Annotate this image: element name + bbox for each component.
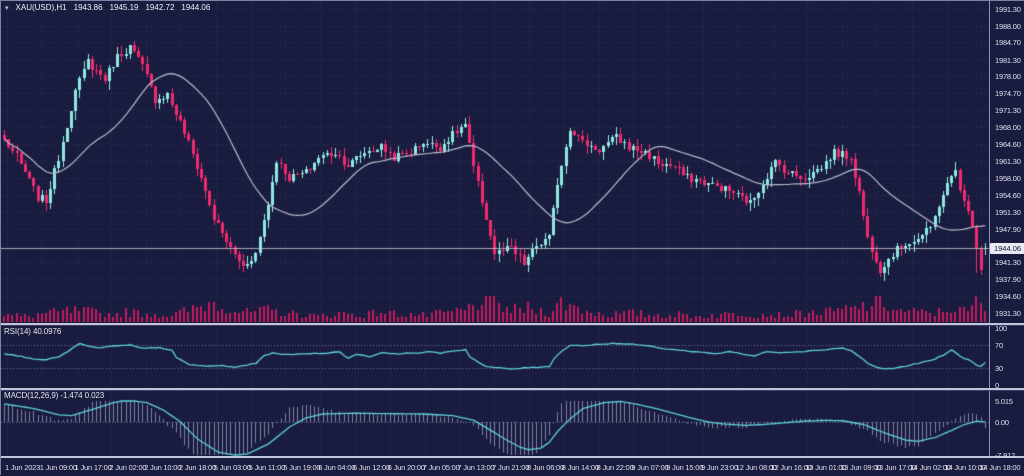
time-axis-label: 2 Jun 10:00 xyxy=(144,463,181,472)
price-axis-label: 1941.30 xyxy=(995,258,1021,267)
time-axis-label: 5 Jun 19:00 xyxy=(283,463,320,472)
time-axis-label: 6 Jun 12:00 xyxy=(353,463,390,472)
price-axis-label: 1981.30 xyxy=(995,56,1021,65)
price-axis-label: 1971.30 xyxy=(995,106,1021,115)
ohlc-low-value: 1942.72 xyxy=(145,3,174,12)
trading-chart-window: ▾ XAU(USD),H1 1943.86 1945.19 1942.72 19… xyxy=(0,0,1024,475)
time-axis-label: 8 Jun 06:00 xyxy=(527,463,564,472)
time-axis-label: 1 Jun 17:00 xyxy=(75,463,112,472)
time-axis-label: 8 Jun 14:00 xyxy=(562,463,599,472)
symbol-marker-icon: ▾ xyxy=(5,4,9,12)
price-axis-label: 1961.30 xyxy=(995,157,1021,166)
time-axis-label: 7 Jun 21:00 xyxy=(492,463,529,472)
price-axis-label: 1991.30 xyxy=(995,5,1021,14)
time-axis-label: 14 Jun 18:00 xyxy=(979,463,1020,472)
time-axis-label: 1 Jun 2023 xyxy=(5,463,40,472)
ohlc-high-value: 1945.19 xyxy=(110,3,139,12)
rsi-indicator-label: RSI(14) 40.0976 xyxy=(4,327,61,336)
price-axis-label: 1937.90 xyxy=(995,275,1021,284)
time-axis-label: 7 Jun 13:00 xyxy=(457,463,494,472)
chart-title-bar: ▾ XAU(USD),H1 1943.86 1945.19 1942.72 19… xyxy=(5,3,210,12)
time-axis-label: 2 Jun 02:00 xyxy=(109,463,146,472)
current-price-badge: 1944.06 xyxy=(990,243,1024,254)
rsi-axis-label: 100 xyxy=(995,324,1007,333)
time-axis-label: 6 Jun 04:00 xyxy=(318,463,355,472)
time-axis-label: 9 Jun 15:00 xyxy=(666,463,703,472)
time-axis-label: 9 Jun 23:00 xyxy=(701,463,738,472)
rsi-axis-label: 0 xyxy=(995,381,999,390)
price-axis-label: 1978.00 xyxy=(995,72,1021,81)
price-axis-label: 1974.70 xyxy=(995,89,1021,98)
price-axis-label: 1964.60 xyxy=(995,140,1021,149)
ohlc-open-value: 1943.86 xyxy=(74,3,103,12)
symbol-timeframe-label: XAU(USD),H1 xyxy=(16,3,67,12)
time-axis-label: 6 Jun 20:00 xyxy=(388,463,425,472)
time-axis-label: 1 Jun 09:00 xyxy=(40,463,77,472)
panel-separator-main-rsi[interactable] xyxy=(1,323,1024,326)
price-axis-label: 1934.60 xyxy=(995,292,1021,301)
macd-axis-label: -7.912 xyxy=(995,451,1015,460)
macd-axis-label: 0.00 xyxy=(995,418,1009,427)
time-axis-label: 9 Jun 07:00 xyxy=(631,463,668,472)
time-axis-label: 2 Jun 18:00 xyxy=(179,463,216,472)
panel-separator-rsi-macd[interactable] xyxy=(1,388,1024,391)
time-axis-label: 8 Jun 22:00 xyxy=(597,463,634,472)
price-axis-label: 1951.30 xyxy=(995,208,1021,217)
ohlc-close-value: 1944.06 xyxy=(181,3,210,12)
price-axis-label: 1968.00 xyxy=(995,123,1021,132)
macd-indicator-label: MACD(12,26,9) -1.474 0.023 xyxy=(4,391,104,400)
price-axis-label: 1984.70 xyxy=(995,38,1021,47)
price-axis-label: 1958.00 xyxy=(995,174,1021,183)
price-axis-label: 1954.60 xyxy=(995,191,1021,200)
time-axis[interactable]: 1 Jun 20231 Jun 09:001 Jun 17:002 Jun 02… xyxy=(1,458,1024,476)
time-axis-label: 5 Jun 11:00 xyxy=(249,463,285,472)
rsi-axis-label: 30 xyxy=(995,364,1003,373)
rsi-axis-label: 70 xyxy=(995,341,1003,350)
price-axis-label: 1931.30 xyxy=(995,309,1021,318)
macd-axis-label: 5.015 xyxy=(995,397,1013,406)
time-axis-label: 7 Jun 05:00 xyxy=(423,463,460,472)
price-axis-label: 1988.00 xyxy=(995,22,1021,31)
price-axis-label: 1947.90 xyxy=(995,225,1021,234)
time-axis-label: 5 Jun 03:00 xyxy=(214,463,251,472)
